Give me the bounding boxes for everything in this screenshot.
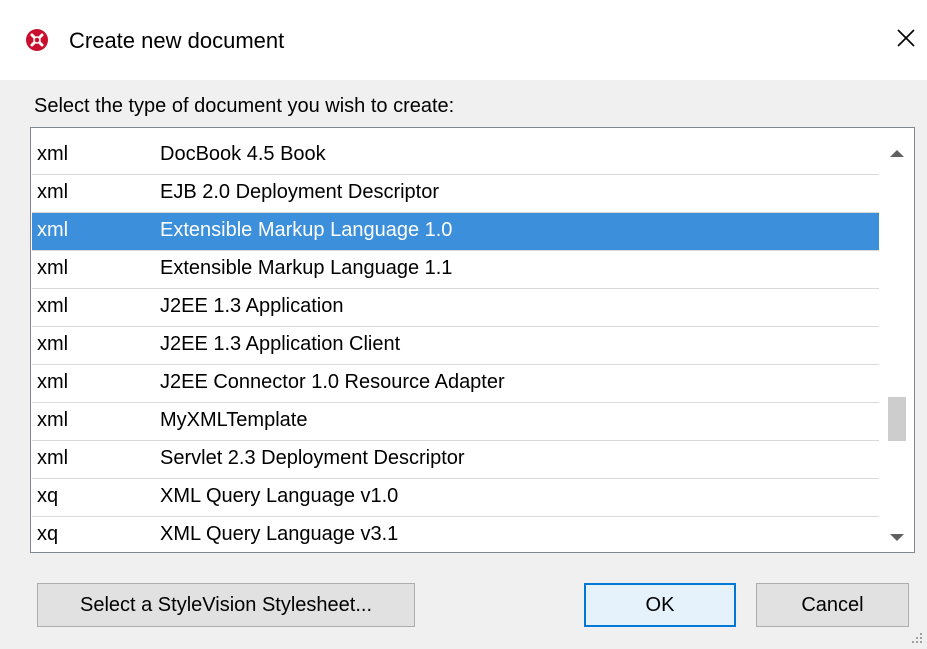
close-button[interactable] xyxy=(886,18,926,62)
list-item[interactable]: xml J2EE 1.3 Application xyxy=(32,289,879,327)
list-item[interactable]: xml DocBook 4.5 Book xyxy=(32,137,879,175)
triangle-up-icon xyxy=(889,145,905,163)
list-item-extension: xml xyxy=(37,333,69,355)
title-bar: Create new document xyxy=(0,0,927,80)
list-item-extension: xml xyxy=(37,371,69,393)
list-item-description: DocBook 4.5 Book xyxy=(160,143,326,165)
cancel-button[interactable]: Cancel xyxy=(756,583,909,627)
list-item-extension: xml xyxy=(37,447,69,469)
close-icon xyxy=(896,28,916,53)
list-item-extension: xml xyxy=(37,295,69,317)
dialog-title: Create new document xyxy=(69,28,285,53)
select-stylevision-stylesheet-button[interactable]: Select a StyleVision Stylesheet... xyxy=(37,583,415,627)
list-item-extension: xml xyxy=(37,409,69,431)
triangle-down-icon xyxy=(889,530,905,548)
list-item-extension: xml xyxy=(37,257,69,279)
list-item-extension: xml xyxy=(37,181,69,203)
vertical-scrollbar[interactable] xyxy=(880,129,914,551)
list-item-description: J2EE 1.3 Application Client xyxy=(160,333,401,355)
list-item-extension: xq xyxy=(37,485,59,507)
list-item-description: MyXMLTemplate xyxy=(160,409,308,431)
list-item[interactable]: xml Extensible Markup Language 1.1 xyxy=(32,251,879,289)
list-item-description: EJB 2.0 Deployment Descriptor xyxy=(160,181,440,203)
resize-grip-icon[interactable] xyxy=(909,630,923,644)
list-item-description: Extensible Markup Language 1.0 xyxy=(160,219,453,241)
scroll-thumb[interactable] xyxy=(888,397,906,441)
ok-button[interactable]: OK xyxy=(584,583,736,627)
list-item-description: Extensible Markup Language 1.1 xyxy=(160,257,453,279)
list-item[interactable]: xml J2EE Connector 1.0 Resource Adapter xyxy=(32,365,879,403)
list-item-extension: xml xyxy=(37,219,69,241)
list-item-description: J2EE 1.3 Application xyxy=(160,295,344,317)
document-type-list[interactable]: xml DocBook 4.5 Book xml EJB 2.0 Deployment… xyxy=(30,127,915,553)
list-item-extension: xml xyxy=(37,143,69,165)
list-item[interactable]: xml Extensible Markup Language 1.0 xyxy=(32,213,879,251)
list-item-description: XML Query Language v1.0 xyxy=(160,485,399,507)
prompt-label: Select the type of document you wish to … xyxy=(34,95,455,117)
list-rows: xml DocBook 4.5 Book xml EJB 2.0 Deployment… xyxy=(32,137,879,552)
altova-x-icon xyxy=(25,28,49,52)
list-item-description: J2EE Connector 1.0 Resource Adapter xyxy=(160,371,505,393)
list-item[interactable]: xml Servlet 2.3 Deployment Descriptor xyxy=(32,441,879,479)
list-item-description: XML Query Language v3.1 xyxy=(160,523,399,545)
scroll-down-button[interactable] xyxy=(880,522,914,552)
list-item-description: Servlet 2.3 Deployment Descriptor xyxy=(160,447,465,469)
list-item-extension: xq xyxy=(37,523,59,545)
list-item[interactable]: xml EJB 2.0 Deployment Descriptor xyxy=(32,175,879,213)
scroll-up-button[interactable] xyxy=(880,137,914,171)
list-item[interactable]: xml J2EE 1.3 Application Client xyxy=(32,327,879,365)
list-item[interactable]: xq XML Query Language v1.0 xyxy=(32,479,879,517)
list-item[interactable]: xml MyXMLTemplate xyxy=(32,403,879,441)
create-new-document-dialog: Create new document Select the type of d… xyxy=(0,0,927,648)
list-item[interactable]: xq XML Query Language v3.1 xyxy=(32,517,879,552)
